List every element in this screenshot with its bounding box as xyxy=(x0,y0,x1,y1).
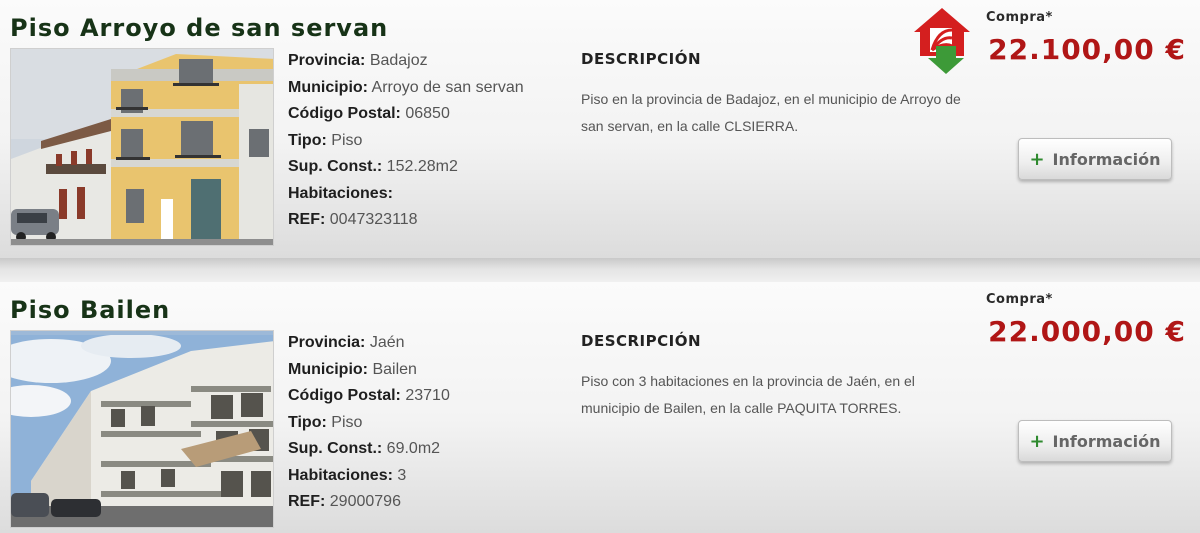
detail-municipio: Municipio: Arroyo de san servan xyxy=(288,78,524,96)
informacion-button[interactable]: + Información xyxy=(1018,420,1172,462)
listing-card: Piso Bailen Provincia: Jaén Municipio: B… xyxy=(0,282,1200,533)
detail-superficie: Sup. Const.: 69.0m2 xyxy=(288,440,441,457)
detail-ref: REF: 29000796 xyxy=(288,493,401,510)
property-photo[interactable] xyxy=(10,48,274,246)
detail-superficie: Sup. Const.: 152.28m2 xyxy=(288,158,458,175)
detail-ref: REF: 0047323118 xyxy=(288,211,418,228)
informacion-label: Información xyxy=(1052,149,1161,169)
property-details: Provincia: Jaén Municipio: Bailen Código… xyxy=(288,330,450,516)
listing-separator xyxy=(0,258,1200,282)
plus-icon: + xyxy=(1029,148,1045,170)
property-details: Provincia: Badajoz Municipio: Arroyo de … xyxy=(288,48,524,234)
detail-municipio: Municipio: Bailen xyxy=(288,360,417,378)
listing-title[interactable]: Piso Bailen xyxy=(10,296,170,324)
description-text: Piso con 3 habitaciones en la provincia … xyxy=(581,373,915,416)
detail-habitaciones: Habitaciones: xyxy=(288,184,393,202)
property-photo[interactable] xyxy=(10,330,274,528)
description-text: Piso en la provincia de Badajoz, en el m… xyxy=(581,91,961,134)
detail-tipo: Tipo: Piso xyxy=(288,413,363,431)
description-heading: DESCRIPCIÓN xyxy=(581,332,702,350)
detail-tipo: Tipo: Piso xyxy=(288,131,363,149)
detail-provincia: Provincia: Badajoz xyxy=(288,52,428,69)
price: 22.000,00 € xyxy=(988,315,1186,348)
description-heading: DESCRIPCIÓN xyxy=(581,50,702,68)
price-label: Compra* xyxy=(986,292,1053,307)
red-house-green-arrow-icon xyxy=(912,8,972,74)
price-label: Compra* xyxy=(986,10,1053,25)
price: 22.100,00 € xyxy=(988,33,1186,66)
informacion-button[interactable]: + Información xyxy=(1018,138,1172,180)
listing-card: Piso Arroyo de san servan Provincia: Bad… xyxy=(0,0,1200,258)
plus-icon: + xyxy=(1029,430,1045,452)
informacion-label: Información xyxy=(1052,431,1161,451)
detail-codigo-postal: Código Postal: 23710 xyxy=(288,387,450,404)
detail-habitaciones: Habitaciones: 3 xyxy=(288,466,407,484)
detail-codigo-postal: Código Postal: 06850 xyxy=(288,105,450,122)
detail-provincia: Provincia: Jaén xyxy=(288,334,405,351)
listing-title[interactable]: Piso Arroyo de san servan xyxy=(10,14,388,42)
